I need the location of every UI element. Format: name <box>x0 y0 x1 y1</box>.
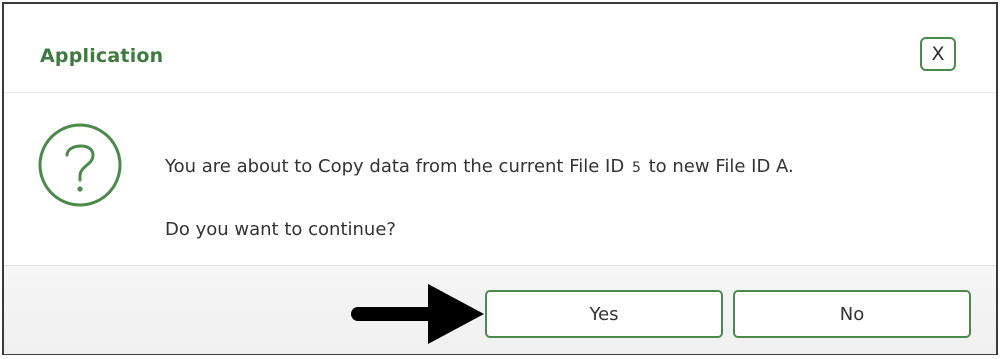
close-button[interactable]: X <box>920 37 956 71</box>
dialog-footer: Yes No <box>4 265 996 354</box>
close-icon: X <box>931 43 945 65</box>
arrow-right-icon <box>351 284 484 344</box>
question-circle-icon <box>38 123 122 207</box>
current-file-id: 5 <box>631 160 641 176</box>
confirm-dialog: Application X You are about to Copy data… <box>2 2 998 355</box>
yes-button[interactable]: Yes <box>485 290 723 338</box>
message-suffix: to new File ID A. <box>648 156 794 177</box>
dialog-message: You are about to Copy data from the curr… <box>165 156 794 177</box>
dialog-header: Application X <box>4 4 996 93</box>
no-button[interactable]: No <box>733 290 971 338</box>
dialog-title: Application <box>40 45 164 67</box>
dialog-body: You are about to Copy data from the curr… <box>4 92 996 262</box>
dialog-prompt: Do you want to continue? <box>165 219 396 240</box>
message-prefix: You are about to Copy data from the curr… <box>165 156 625 177</box>
